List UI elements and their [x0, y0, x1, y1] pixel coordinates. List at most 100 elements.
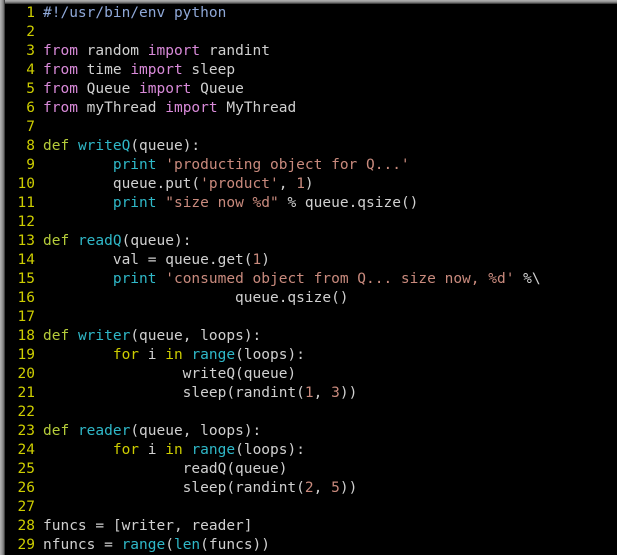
code-token: i — [139, 347, 166, 363]
line-source[interactable]: from random import randint — [43, 42, 617, 61]
code-line[interactable]: 4 from time import sleep — [5, 61, 617, 80]
code-line[interactable]: 15 print 'consumed object from Q... size… — [5, 270, 617, 289]
code-token: writeQ(queue) — [43, 366, 297, 382]
code-line[interactable]: 19 for i in range(loops): — [5, 346, 617, 365]
line-source[interactable]: for i in range(loops): — [43, 441, 617, 460]
code-token: print — [112, 271, 157, 287]
code-token: from — [43, 100, 78, 116]
line-source[interactable]: writeQ(queue) — [43, 365, 617, 384]
code-line[interactable]: 16 queue.qsize() — [5, 289, 617, 308]
line-number: 27 — [17, 499, 35, 515]
code-token: queue.qsize() — [43, 290, 349, 306]
line-source[interactable]: print "size now %d" % queue.qsize() — [43, 194, 617, 213]
code-text-area[interactable]: 1 #!/usr/bin/env python 2 3 from random imp… — [5, 4, 617, 555]
line-source[interactable]: def readQ(queue): — [43, 232, 617, 251]
line-source[interactable]: queue.qsize() — [43, 289, 617, 308]
code-line[interactable]: 12 — [5, 213, 617, 232]
line-source[interactable]: readQ(queue) — [43, 460, 617, 479]
code-token: ( — [165, 537, 174, 553]
line-source[interactable]: val = queue.get(1) — [43, 251, 617, 270]
line-source[interactable]: sleep(randint(2, 5)) — [43, 479, 617, 498]
code-line[interactable]: 13 def readQ(queue): — [5, 232, 617, 251]
line-source[interactable]: from time import sleep — [43, 61, 617, 80]
line-source[interactable]: #!/usr/bin/env python — [43, 4, 617, 23]
code-line[interactable]: 23 def reader(queue, loops): — [5, 422, 617, 441]
code-token: sleep(randint( — [43, 480, 305, 496]
code-line[interactable]: 21 sleep(randint(1, 3)) — [5, 384, 617, 403]
line-number: 26 — [17, 480, 35, 496]
code-line[interactable]: 3 from random import randint — [5, 42, 617, 61]
code-token: readQ — [77, 233, 122, 249]
line-number: 11 — [17, 195, 35, 211]
code-token: reader — [77, 423, 131, 439]
code-token: randint — [200, 43, 270, 59]
line-source[interactable] — [43, 498, 617, 517]
line-source[interactable]: print 'consumed object from Q... size no… — [43, 270, 617, 289]
line-source[interactable]: def writeQ(queue): — [43, 137, 617, 156]
code-line[interactable]: 10 queue.put('product', 1) — [5, 175, 617, 194]
code-line[interactable]: 7 — [5, 118, 617, 137]
code-line[interactable]: 2 — [5, 23, 617, 42]
line-source[interactable]: queue.put('product', 1) — [43, 175, 617, 194]
line-number: 8 — [26, 138, 35, 154]
code-token: i — [139, 442, 166, 458]
code-token: time — [77, 62, 131, 78]
line-source[interactable]: nfuncs = range(len(funcs)) — [43, 536, 617, 555]
line-source[interactable] — [43, 213, 617, 232]
line-source[interactable] — [43, 118, 617, 137]
code-token: )) — [339, 385, 358, 401]
line-source[interactable] — [43, 308, 617, 327]
line-number: 4 — [26, 62, 35, 78]
code-line[interactable]: 17 — [5, 308, 617, 327]
code-line[interactable]: 20 writeQ(queue) — [5, 365, 617, 384]
code-line[interactable]: 6 from myThread import MyThread — [5, 99, 617, 118]
line-source[interactable]: def writer(queue, loops): — [43, 327, 617, 346]
code-token: Queue — [77, 81, 140, 97]
code-token: range — [191, 347, 236, 363]
code-token: 'product' — [200, 176, 279, 192]
code-line[interactable]: 8 def writeQ(queue): — [5, 137, 617, 156]
line-source[interactable]: from myThread import MyThread — [43, 99, 617, 118]
line-number: 23 — [17, 423, 35, 439]
line-source[interactable]: sleep(randint(1, 3)) — [43, 384, 617, 403]
code-line[interactable]: 29 nfuncs = range(len(funcs)) — [5, 536, 617, 555]
code-line[interactable]: 26 sleep(randint(2, 5)) — [5, 479, 617, 498]
line-number: 12 — [17, 214, 35, 230]
code-line[interactable]: 22 — [5, 403, 617, 422]
code-token: import — [130, 62, 183, 78]
line-number: 28 — [17, 518, 35, 534]
code-token: range — [191, 442, 236, 458]
line-source[interactable] — [43, 403, 617, 422]
code-token: print — [112, 195, 157, 211]
line-source[interactable]: for i in range(loops): — [43, 346, 617, 365]
line-number: 18 — [17, 328, 35, 344]
code-line[interactable]: 1 #!/usr/bin/env python — [5, 4, 617, 23]
code-line[interactable]: 25 readQ(queue) — [5, 460, 617, 479]
line-source[interactable]: funcs = [writer, reader] — [43, 517, 617, 536]
code-line[interactable]: 14 val = queue.get(1) — [5, 251, 617, 270]
code-token: for — [112, 442, 140, 458]
line-source[interactable]: from Queue import Queue — [43, 80, 617, 99]
line-source[interactable]: def reader(queue, loops): — [43, 422, 617, 441]
line-number: 1 — [26, 5, 35, 21]
code-token: in — [165, 442, 183, 458]
code-token: 1 — [304, 385, 314, 401]
code-line[interactable]: 18 def writer(queue, loops): — [5, 327, 617, 346]
code-line[interactable]: 11 print "size now %d" % queue.qsize() — [5, 194, 617, 213]
code-token: myThread — [77, 100, 166, 116]
code-line[interactable]: 9 print 'producting object for Q...' — [5, 156, 617, 175]
code-line[interactable]: 27 — [5, 498, 617, 517]
line-source[interactable] — [43, 23, 617, 42]
code-line[interactable]: 28 funcs = [writer, reader] — [5, 517, 617, 536]
line-source[interactable]: print 'producting object for Q...' — [43, 156, 617, 175]
code-line[interactable]: 24 for i in range(loops): — [5, 441, 617, 460]
code-token: %\ — [514, 271, 541, 287]
code-line[interactable]: 5 from Queue import Queue — [5, 80, 617, 99]
